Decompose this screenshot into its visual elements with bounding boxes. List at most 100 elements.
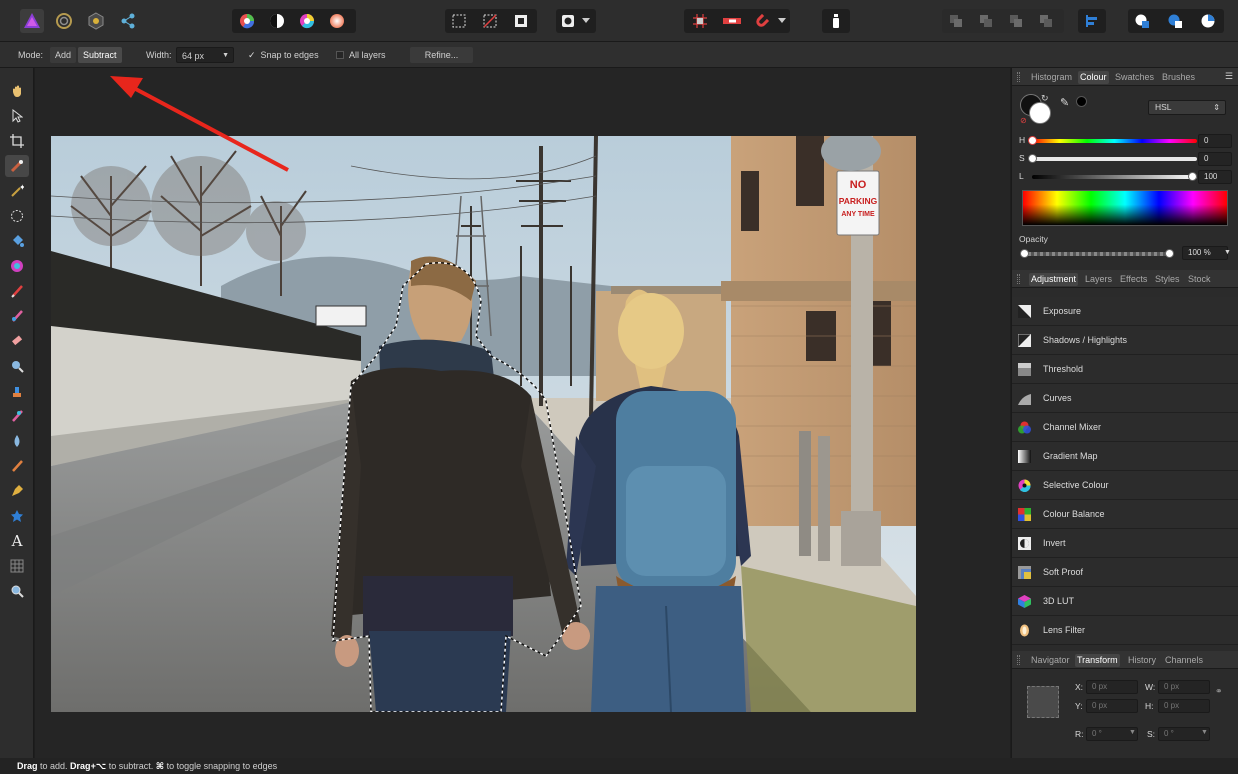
quick-mask-icon[interactable]: [556, 9, 580, 33]
auto-white-balance-icon[interactable]: [325, 9, 349, 33]
panel-menu-icon[interactable]: ☰: [1225, 71, 1233, 82]
colour-replacement-tool-icon[interactable]: [5, 305, 29, 327]
adjustment-item-invert[interactable]: Invert: [1012, 529, 1238, 558]
mesh-warp-tool-icon[interactable]: [5, 555, 29, 577]
width-field[interactable]: 64 px ▼: [176, 47, 234, 63]
document-photo[interactable]: NO PARKING ANY TIME: [51, 136, 916, 712]
mode-add-button[interactable]: Add: [50, 47, 77, 63]
tab-brushes[interactable]: Brushes: [1160, 71, 1197, 84]
l-value-field[interactable]: 100: [1198, 170, 1232, 184]
move-to-front-icon[interactable]: [1034, 9, 1058, 33]
deselect-icon[interactable]: [478, 9, 502, 33]
marquee-select-icon[interactable]: [447, 9, 471, 33]
colour-model-select[interactable]: HSL ⇕: [1148, 100, 1226, 115]
panel-grip-icon[interactable]: [1017, 72, 1020, 82]
marquee-tool-icon[interactable]: [5, 205, 29, 227]
y-field[interactable]: 0 px: [1086, 699, 1138, 713]
swap-colours-icon[interactable]: ↻: [1041, 93, 1049, 104]
tab-history[interactable]: History: [1126, 654, 1158, 667]
intersect-shape-icon[interactable]: [1196, 9, 1220, 33]
text-tool-icon[interactable]: A: [5, 530, 29, 552]
auto-colours-icon[interactable]: [295, 9, 319, 33]
refine-button[interactable]: Refine...: [410, 47, 473, 63]
quick-mask-dropdown-icon[interactable]: [578, 9, 594, 33]
x-field[interactable]: 0 px: [1086, 680, 1138, 694]
canvas-area[interactable]: NO PARKING ANY TIME: [35, 68, 1010, 758]
adjustment-item-selective-colour[interactable]: Selective Colour: [1012, 471, 1238, 500]
no-colour-icon[interactable]: ⊘: [1020, 116, 1027, 125]
move-forward-one-icon[interactable]: [1004, 9, 1028, 33]
hue-slider-knob[interactable]: [1028, 136, 1037, 145]
auto-contrast-icon[interactable]: [265, 9, 289, 33]
erase-tool-icon[interactable]: [5, 330, 29, 352]
selection-brush-tool-icon[interactable]: [5, 155, 29, 177]
adjustment-item-gradient-map[interactable]: Gradient Map: [1012, 442, 1238, 471]
snapping-magnet-icon[interactable]: [750, 9, 774, 33]
adjustment-item-threshold[interactable]: Threshold: [1012, 355, 1238, 384]
align-icon[interactable]: [1080, 9, 1104, 33]
add-shape-icon[interactable]: [1130, 9, 1154, 33]
blur-tool-icon[interactable]: [5, 430, 29, 452]
adjustment-item-3d-lut[interactable]: 3D LUT: [1012, 587, 1238, 616]
tab-navigator[interactable]: Navigator: [1029, 654, 1072, 667]
zoom-tool-icon[interactable]: [5, 580, 29, 602]
photo-persona-icon[interactable]: [20, 9, 44, 33]
healing-tool-icon[interactable]: [5, 405, 29, 427]
panel-grip-icon[interactable]: [1017, 274, 1020, 284]
move-tool-icon[interactable]: [5, 105, 29, 127]
smudge-tool-icon[interactable]: [5, 455, 29, 477]
tab-layers[interactable]: Layers: [1083, 273, 1114, 286]
adjustment-item-colour-balance[interactable]: Colour Balance: [1012, 500, 1238, 529]
snapping-dropdown-icon[interactable]: [774, 9, 790, 33]
assistant-icon[interactable]: [824, 9, 848, 33]
tab-effects[interactable]: Effects: [1118, 273, 1149, 286]
adjustment-item-lens-filter[interactable]: Lens Filter: [1012, 616, 1238, 645]
all-layers-checkbox[interactable]: All layers: [336, 47, 386, 63]
lightness-slider-knob[interactable]: [1188, 172, 1197, 181]
tab-adjustment[interactable]: Adjustment: [1029, 273, 1079, 286]
link-icon[interactable]: ⚭: [1215, 686, 1223, 697]
saturation-slider[interactable]: [1032, 157, 1197, 161]
saturation-slider-knob[interactable]: [1028, 154, 1037, 163]
h-field[interactable]: 0 px: [1158, 699, 1210, 713]
clone-tool-icon[interactable]: [5, 380, 29, 402]
lightness-slider[interactable]: [1032, 175, 1197, 179]
width-dropdown-icon[interactable]: ▼: [222, 48, 229, 64]
opacity-slider-knob[interactable]: [1165, 249, 1174, 258]
align-snap-icon[interactable]: [720, 9, 744, 33]
tab-channels[interactable]: Channels: [1163, 654, 1205, 667]
crop-tool-icon[interactable]: [5, 130, 29, 152]
hue-slider[interactable]: [1032, 139, 1197, 143]
fill-tool-icon[interactable]: [5, 230, 29, 252]
r-dropdown-icon[interactable]: ▼: [1129, 729, 1136, 736]
flood-select-tool-icon[interactable]: ✦: [5, 180, 29, 202]
adjustment-item-soft-proof[interactable]: Soft Proof: [1012, 558, 1238, 587]
opacity-value-field[interactable]: 100 %: [1182, 246, 1228, 260]
dodge-tool-icon[interactable]: [5, 355, 29, 377]
develop-persona-icon[interactable]: [84, 9, 108, 33]
adjustment-item-curves[interactable]: Curves: [1012, 384, 1238, 413]
adjustment-item-channel-mixer[interactable]: Channel Mixer: [1012, 413, 1238, 442]
move-to-back-icon[interactable]: [944, 9, 968, 33]
primary-colour-swatch[interactable]: [1029, 102, 1051, 124]
eyedropper-icon[interactable]: ✎: [1060, 96, 1069, 109]
gradient-tool-icon[interactable]: [5, 255, 29, 277]
opacity-slider-knob-left[interactable]: [1020, 249, 1029, 258]
tab-stock[interactable]: Stock: [1186, 273, 1213, 286]
shape-tool-star-icon[interactable]: [5, 505, 29, 527]
invert-selection-icon[interactable]: [509, 9, 533, 33]
s-dropdown-icon[interactable]: ▼: [1201, 729, 1208, 736]
picked-colour-swatch[interactable]: [1076, 96, 1087, 107]
tab-transform[interactable]: Transform: [1075, 654, 1120, 667]
pen-tool-icon[interactable]: [5, 480, 29, 502]
tab-histogram[interactable]: Histogram: [1029, 71, 1074, 84]
paint-brush-tool-icon[interactable]: [5, 280, 29, 302]
anchor-selector[interactable]: [1027, 686, 1059, 718]
panel-grip-icon[interactable]: [1017, 655, 1020, 665]
tab-swatches[interactable]: Swatches: [1113, 71, 1156, 84]
auto-levels-icon[interactable]: [235, 9, 259, 33]
liquify-persona-icon[interactable]: [52, 9, 76, 33]
s-value-field[interactable]: 0: [1198, 152, 1232, 166]
w-field[interactable]: 0 px: [1158, 680, 1210, 694]
opacity-slider[interactable]: [1022, 252, 1172, 256]
